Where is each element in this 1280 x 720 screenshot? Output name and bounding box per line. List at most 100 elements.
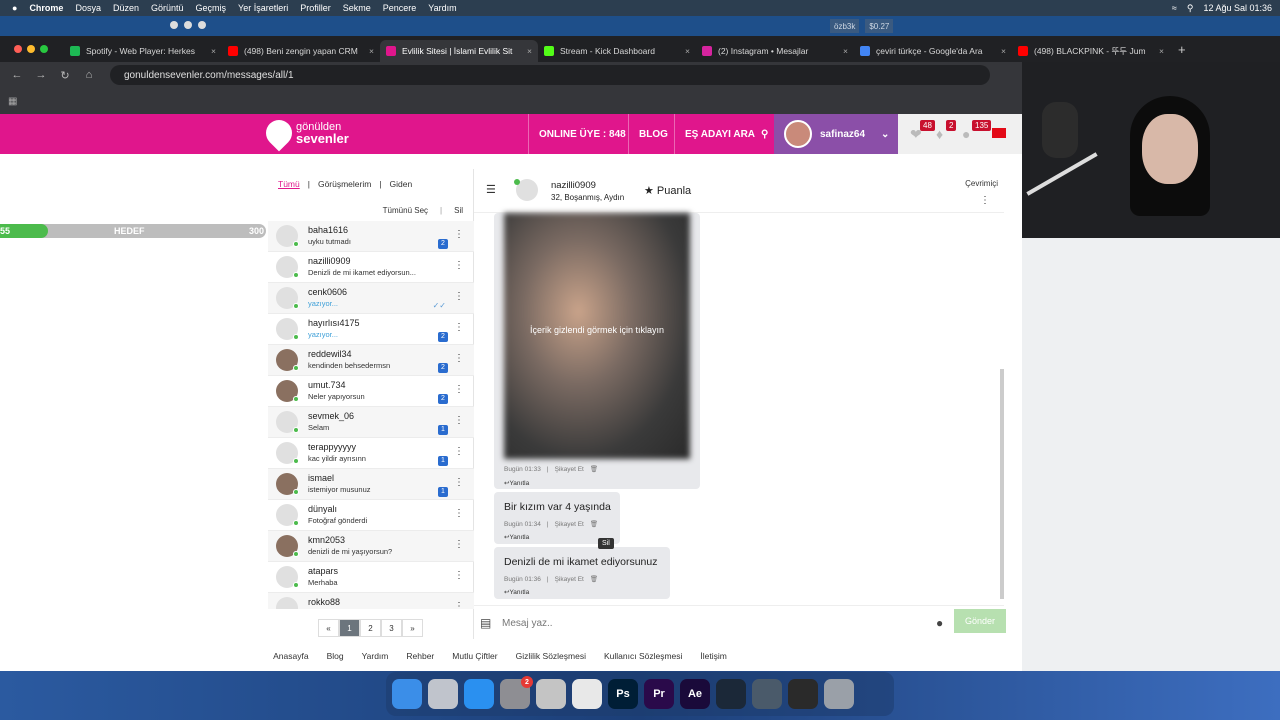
tab-blackpink[interactable]: (498) BLACKPINK - 뚜두 Jum × <box>1012 40 1170 62</box>
safari-icon[interactable] <box>464 679 494 709</box>
filter-all[interactable]: Tümü <box>278 179 300 189</box>
menu-file[interactable]: Dosya <box>75 3 101 13</box>
page-prev[interactable]: « <box>318 619 339 637</box>
footer-link-happy-couples[interactable]: Mutlu Çiftler <box>452 651 497 671</box>
kebab-menu-icon[interactable]: ⋮ <box>980 195 990 206</box>
conversation-row[interactable]: baha1616 uyku tutmadı 2 ⋮ <box>268 221 474 252</box>
reply-link[interactable]: Yanıtla <box>509 480 529 487</box>
apple-menu-icon[interactable]: ● <box>12 3 17 13</box>
kebab-menu-icon[interactable]: ⋮ <box>454 508 464 519</box>
conversation-row[interactable]: reddewil34 kendinden behsedermsn 2 ⋮ <box>268 345 474 376</box>
menu-chrome[interactable]: Chrome <box>29 3 63 13</box>
nav-blog[interactable]: BLOG <box>628 114 678 154</box>
reload-icon[interactable]: ↻ <box>58 69 72 82</box>
url-input[interactable]: gonuldensevenler.com/messages/all/1 <box>110 65 990 85</box>
conversation-row[interactable]: sevmek_06 Selam 1 ⋮ <box>268 407 474 438</box>
tab-youtube[interactable]: (498) Beni zengin yapan CRM × <box>222 40 380 62</box>
conversation-row[interactable]: rokko88...⋮ <box>268 593 474 609</box>
kebab-menu-icon[interactable]: ⋮ <box>454 291 464 302</box>
kebab-menu-icon[interactable]: ⋮ <box>454 570 464 581</box>
image-upload-icon[interactable]: ▤ <box>480 616 491 630</box>
tab-instagram[interactable]: (2) Instagram • Mesajlar × <box>696 40 854 62</box>
trash-icon[interactable]: 🗑 <box>590 465 598 473</box>
turkey-flag-icon[interactable] <box>992 128 1006 138</box>
kebab-menu-icon[interactable]: ⋮ <box>454 229 464 240</box>
kebab-menu-icon[interactable]: ⋮ <box>454 384 464 395</box>
report-link[interactable]: Şikayet Et <box>555 466 584 473</box>
conversation-row[interactable]: dünyalı Fotoğraf gönderdi ⋮ <box>268 500 474 531</box>
trash-icon[interactable] <box>824 679 854 709</box>
other-app-icon[interactable] <box>536 679 566 709</box>
report-link[interactable]: Şikayet Et <box>555 521 584 528</box>
chat-partner-name[interactable]: nazilli0909 <box>551 180 596 191</box>
home-icon[interactable]: ⌂ <box>82 69 96 81</box>
apps-grid-icon[interactable]: ▦ <box>8 96 17 107</box>
online-count[interactable]: ONLINE ÜYE : 848 <box>528 114 636 154</box>
trash-icon[interactable]: 🗑 <box>590 575 598 583</box>
kebab-menu-icon[interactable]: ⋮ <box>454 415 464 426</box>
conversation-row[interactable]: atapars Merhaba ⋮ <box>268 562 474 593</box>
conversation-row[interactable]: nazilli0909 Denizli de mi ikamet ediyorsu… <box>268 252 474 283</box>
close-tab-icon[interactable]: × <box>527 46 532 56</box>
menu-view[interactable]: Görüntü <box>151 3 184 13</box>
forward-icon[interactable]: → <box>34 69 48 81</box>
tab-spotify[interactable]: Spotify - Web Player: Herkes × <box>64 40 222 62</box>
footer-link-guide[interactable]: Rehber <box>406 651 434 671</box>
footer-link-blog[interactable]: Blog <box>327 651 344 671</box>
kebab-menu-icon[interactable]: ⋮ <box>454 446 464 457</box>
search-icon[interactable]: ⚲ <box>1187 3 1194 14</box>
steam-icon[interactable] <box>716 679 746 709</box>
back-icon[interactable]: ← <box>10 69 24 81</box>
reply-link[interactable]: Yanıtla <box>509 534 529 541</box>
menubar-clock[interactable]: 12 Ağu Sal 01:36 <box>1203 3 1272 13</box>
close-tab-icon[interactable]: × <box>843 46 848 56</box>
conversation-row[interactable]: terappyyyyy kac yildir ayrısınn 1 ⋮ <box>268 438 474 469</box>
menu-tab[interactable]: Sekme <box>343 3 371 13</box>
footer-link-help[interactable]: Yardım <box>362 651 389 671</box>
kebab-menu-icon[interactable]: ⋮ <box>454 322 464 333</box>
footer-link-contact[interactable]: İletişim <box>700 651 726 671</box>
message-input[interactable]: Mesaj yaz.. <box>502 618 553 629</box>
finder-icon[interactable] <box>392 679 422 709</box>
obs-icon[interactable] <box>788 679 818 709</box>
filter-conversations[interactable]: Görüşmelerim <box>318 179 371 189</box>
menu-history[interactable]: Geçmiş <box>196 3 227 13</box>
send-button[interactable]: Gönder <box>954 609 1006 633</box>
select-all-button[interactable]: Tümünü Seç <box>383 206 428 215</box>
wifi-icon[interactable]: ≈ <box>1172 3 1177 13</box>
menu-help[interactable]: Yardım <box>428 3 456 13</box>
close-tab-icon[interactable]: × <box>1159 46 1164 56</box>
menu-window[interactable]: Pencere <box>383 3 417 13</box>
close-tab-icon[interactable]: × <box>1001 46 1006 56</box>
kebab-menu-icon[interactable]: ⋮ <box>454 477 464 488</box>
close-window-icon[interactable] <box>14 45 22 53</box>
conversation-row[interactable]: kmn2053 denizli de mi yaşıyorsun? ⋮ <box>268 531 474 562</box>
tab-evlilik[interactable]: Evlilik Sitesi | İslami Evlilik Sit × <box>380 40 538 62</box>
maximize-window-icon[interactable] <box>40 45 48 53</box>
hidden-content-label[interactable]: İçerik gizlendi görmek için tıklayın <box>504 325 690 335</box>
bell-icon[interactable]: ♦ <box>936 126 943 142</box>
user-menu[interactable]: safinaz64 ⌄ <box>774 114 898 154</box>
hidden-image[interactable] <box>504 213 690 459</box>
kebab-menu-icon[interactable]: ⋮ <box>454 601 464 609</box>
menu-icon[interactable]: ☰ <box>486 183 496 196</box>
kebab-menu-icon[interactable]: ⋮ <box>454 539 464 550</box>
new-tab-icon[interactable]: + <box>1178 42 1186 57</box>
close-tab-icon[interactable]: × <box>369 46 374 56</box>
close-tab-icon[interactable]: × <box>685 46 690 56</box>
minimize-window-icon[interactable] <box>27 45 35 53</box>
conversation-row[interactable]: umut.734 Neler yapıyorsun 2 ⋮ <box>268 376 474 407</box>
page-next[interactable]: » <box>402 619 423 637</box>
after-effects-icon[interactable]: Ae <box>680 679 710 709</box>
conversation-row[interactable]: hayırlısı4175 yazıyor... 2 ⋮ <box>268 314 474 345</box>
conversation-row[interactable]: ismael istemiyor musunuz 1 ⋮ <box>268 469 474 500</box>
footer-link-home[interactable]: Anasayfa <box>273 651 308 671</box>
conversation-row[interactable]: cenk0606 yazıyor... ✓✓ ⋮ <box>268 283 474 314</box>
footer-link-privacy[interactable]: Gizlilik Sözleşmesi <box>516 651 586 671</box>
footer-link-terms[interactable]: Kullanıcı Sözleşmesi <box>604 651 682 671</box>
chrome-icon[interactable] <box>572 679 602 709</box>
page-3[interactable]: 3 <box>381 619 402 637</box>
page-2[interactable]: 2 <box>360 619 381 637</box>
delete-button[interactable]: Sil <box>454 206 463 215</box>
report-link[interactable]: Şikayet Et <box>555 576 584 583</box>
